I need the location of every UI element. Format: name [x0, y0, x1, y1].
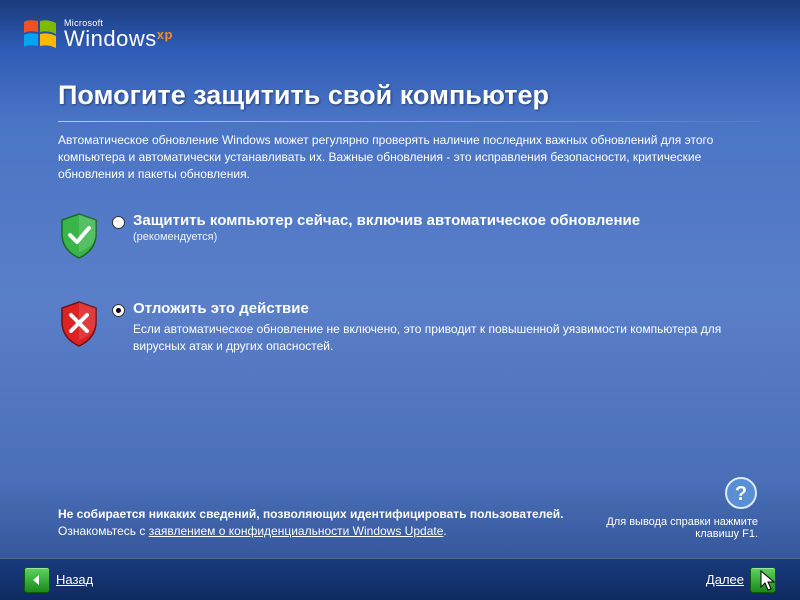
radio-postpone[interactable] [112, 304, 125, 317]
content: Автоматическое обновление Windows может … [0, 122, 800, 355]
header: Microsoft Windowsxp [0, 0, 800, 74]
privacy-note: Не собирается никаких сведений, позволяю… [58, 506, 578, 540]
radio-protect-now[interactable] [112, 216, 125, 229]
option-protect-now[interactable]: Защитить компьютер сейчас, включив автом… [58, 212, 750, 260]
back-label: Назад [56, 572, 93, 587]
page-title: Помогите защитить свой компьютер [0, 74, 800, 111]
privacy-bold: Не собирается никаких сведений, позволяю… [58, 507, 563, 521]
next-button[interactable]: Далее [706, 567, 776, 593]
help-hint: ? Для вывода справки нажмите клавишу F1. [598, 476, 758, 540]
product-name: Windowsxp [64, 28, 173, 50]
windows-flag-icon [22, 18, 58, 50]
back-button[interactable]: Назад [24, 567, 93, 593]
option-label: Защитить компьютер сейчас, включив автом… [133, 212, 640, 229]
arrow-right-icon [750, 567, 776, 593]
help-icon[interactable]: ? [724, 476, 758, 510]
options-group: Защитить компьютер сейчас, включив автом… [58, 212, 750, 355]
option-label: Отложить это действие [133, 300, 309, 317]
windows-logo: Microsoft Windowsxp [22, 18, 800, 50]
nav-bar: Назад Далее [0, 558, 800, 600]
option-postpone[interactable]: Отложить это действие Если автоматическо… [58, 300, 750, 355]
shield-green-icon [58, 212, 100, 260]
option-recommended: (рекомендуется) [133, 231, 750, 243]
shield-red-icon [58, 300, 100, 348]
privacy-link[interactable]: заявлением о конфиденциальности Windows … [149, 524, 444, 538]
next-label: Далее [706, 572, 744, 587]
arrow-left-icon [24, 567, 50, 593]
svg-text:?: ? [735, 483, 747, 505]
help-text: Для вывода справки нажмите клавишу F1. [598, 516, 758, 540]
option-description: Если автоматическое обновление не включе… [133, 321, 750, 355]
intro-text: Автоматическое обновление Windows может … [58, 132, 750, 182]
